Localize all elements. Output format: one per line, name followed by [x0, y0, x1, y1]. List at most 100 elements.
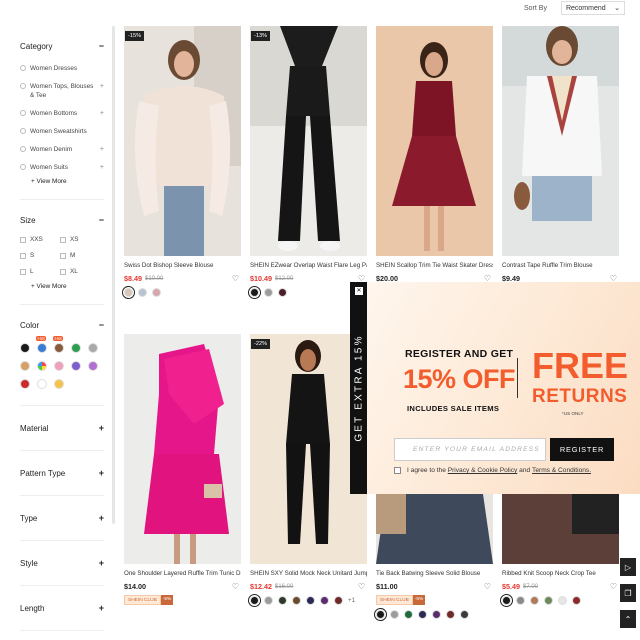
expand-icon[interactable]: +: [100, 163, 104, 172]
product-image[interactable]: [502, 26, 619, 256]
color-dot[interactable]: [374, 608, 387, 621]
color-dot[interactable]: [278, 288, 287, 297]
color-dot[interactable]: [152, 288, 161, 297]
color-dot[interactable]: [334, 596, 343, 605]
copy-icon[interactable]: ❐: [620, 584, 636, 602]
play-icon[interactable]: ▷: [620, 558, 636, 576]
color-dot[interactable]: [558, 596, 567, 605]
color-dot[interactable]: [544, 596, 553, 605]
product-image[interactable]: -13%: [250, 26, 367, 256]
checkbox-icon[interactable]: [60, 268, 66, 275]
product-image[interactable]: -15%: [124, 26, 241, 256]
size-view-more[interactable]: + View More: [31, 283, 104, 290]
color-swatch[interactable]: [37, 361, 47, 371]
product-card[interactable]: One Shoulder Layered Ruffle Trim Tunic D…: [124, 334, 241, 605]
category-item[interactable]: Women Dresses: [20, 64, 104, 73]
product-image[interactable]: [124, 334, 241, 564]
color-dot[interactable]: [248, 594, 261, 607]
product-card[interactable]: SHEIN Scallop Trim Tie Waist Skater Dres…: [376, 26, 493, 283]
color-swatch[interactable]: [37, 379, 47, 389]
color-swatch[interactable]: [71, 343, 81, 353]
category-item[interactable]: Women Sweatshirts: [20, 127, 104, 136]
size-option[interactable]: XL: [60, 268, 100, 275]
color-dot[interactable]: [390, 610, 399, 619]
color-dot[interactable]: [248, 286, 261, 299]
size-option[interactable]: XS: [60, 236, 100, 243]
checkbox-icon[interactable]: [60, 252, 66, 259]
product-card[interactable]: -13% SHEIN EZwear Overlap Waist Flare Le…: [248, 26, 367, 299]
wishlist-heart-icon[interactable]: ♡: [232, 582, 239, 591]
color-dot[interactable]: [530, 596, 539, 605]
expand-icon[interactable]: +: [100, 82, 104, 91]
checkbox-icon[interactable]: [20, 236, 26, 243]
radio-icon[interactable]: [20, 65, 26, 71]
promo-side-tab[interactable]: GET EXTRA 15%: [350, 282, 367, 494]
category-item[interactable]: Women Suits +: [20, 163, 104, 172]
product-title[interactable]: Swiss Dot Bishop Sleeve Blouse: [124, 262, 241, 270]
color-dot[interactable]: [264, 288, 273, 297]
category-view-more[interactable]: + View More: [31, 178, 104, 185]
color-swatch[interactable]: [20, 379, 30, 389]
color-dot[interactable]: [418, 610, 427, 619]
product-title[interactable]: SHEIN EZwear Overlap Waist Flare Leg Pan…: [250, 262, 367, 270]
checkbox-icon[interactable]: [20, 268, 26, 275]
wishlist-heart-icon[interactable]: ♡: [610, 582, 617, 591]
color-swatch[interactable]: [20, 361, 30, 371]
checkbox-icon[interactable]: [20, 252, 26, 259]
filter-header[interactable]: Length +: [20, 602, 104, 614]
back-to-top-icon[interactable]: ⌃: [620, 610, 636, 628]
color-swatch[interactable]: [54, 379, 64, 389]
sort-select[interactable]: Recommend ⌄: [560, 1, 625, 15]
size-option[interactable]: XXS: [20, 236, 60, 243]
sidebar-scrollbar[interactable]: [112, 26, 115, 524]
size-option[interactable]: L: [20, 268, 60, 275]
radio-icon[interactable]: [20, 146, 26, 152]
product-title[interactable]: Ribbed Knit Scoop Neck Crop Tee: [502, 570, 619, 578]
color-swatch[interactable]: [88, 343, 98, 353]
radio-icon[interactable]: [20, 83, 26, 89]
product-image[interactable]: [376, 26, 493, 256]
category-header[interactable]: Category −: [20, 40, 104, 52]
terms-link[interactable]: Terms & Conditions.: [532, 467, 591, 474]
product-title[interactable]: SHEIN Scallop Trim Tie Waist Skater Dres…: [376, 262, 493, 270]
color-dot[interactable]: [446, 610, 455, 619]
product-title[interactable]: One Shoulder Layered Ruffle Trim Tunic D…: [124, 570, 241, 578]
color-dot[interactable]: [572, 596, 581, 605]
category-item[interactable]: Women Tops, Blouses & Tee +: [20, 82, 104, 100]
expand-icon[interactable]: +: [100, 109, 104, 118]
filter-header[interactable]: Pattern Type +: [20, 467, 104, 479]
color-dot[interactable]: [122, 286, 135, 299]
color-dot[interactable]: [320, 596, 329, 605]
radio-icon[interactable]: [20, 128, 26, 134]
product-title[interactable]: Tie Back Batwing Sleeve Solid Blouse: [376, 570, 493, 578]
size-option[interactable]: M: [60, 252, 100, 259]
checkbox-icon[interactable]: [60, 236, 66, 243]
category-item[interactable]: Women Bottoms +: [20, 109, 104, 118]
email-input[interactable]: ENTER YOUR EMAIL ADDRESS: [394, 438, 546, 461]
color-dot[interactable]: [138, 288, 147, 297]
color-dot[interactable]: [500, 594, 513, 607]
close-icon[interactable]: ✕: [355, 287, 363, 295]
wishlist-heart-icon[interactable]: ♡: [232, 274, 239, 283]
filter-header[interactable]: Material +: [20, 422, 104, 434]
color-swatch[interactable]: [88, 361, 98, 371]
register-button[interactable]: REGISTER: [550, 438, 614, 461]
color-dot[interactable]: [460, 610, 469, 619]
agree-checkbox[interactable]: [394, 467, 401, 474]
wishlist-heart-icon[interactable]: ♡: [358, 582, 365, 591]
expand-icon[interactable]: +: [100, 145, 104, 154]
color-dot[interactable]: [404, 610, 413, 619]
product-card[interactable]: -15% Swiss Dot Bishop Sleeve Blouse $8.4…: [122, 26, 241, 299]
color-header[interactable]: Color −: [20, 319, 104, 331]
color-dot[interactable]: [432, 610, 441, 619]
color-swatch[interactable]: Hot: [36, 336, 47, 353]
size-header[interactable]: Size −: [20, 214, 104, 226]
size-option[interactable]: S: [20, 252, 60, 259]
more-colors-count[interactable]: +1: [348, 597, 355, 604]
color-swatch[interactable]: [71, 361, 81, 371]
product-title[interactable]: Contrast Tape Ruffle Trim Blouse: [502, 262, 619, 270]
color-swatch[interactable]: [20, 343, 30, 353]
filter-header[interactable]: Type +: [20, 512, 104, 524]
filter-header[interactable]: Style +: [20, 557, 104, 569]
color-dot[interactable]: [516, 596, 525, 605]
